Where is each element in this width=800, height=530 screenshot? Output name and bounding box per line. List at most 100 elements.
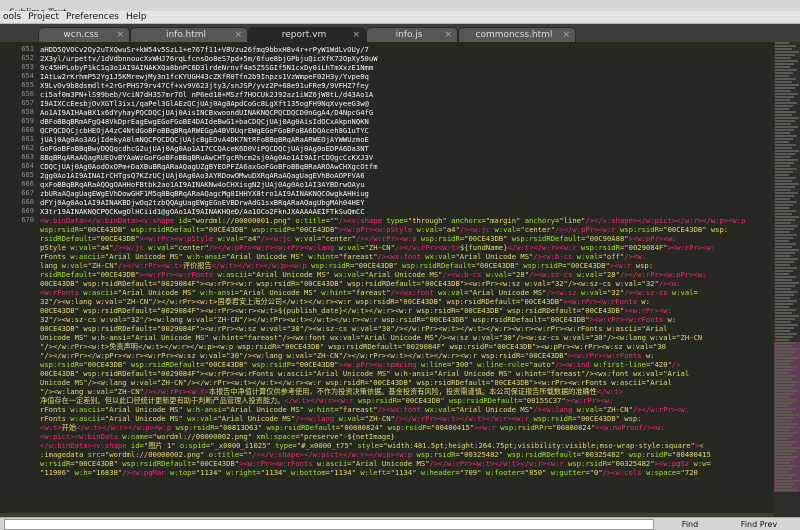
minimap-line: [775, 210, 796, 212]
close-icon[interactable]: ×: [116, 28, 124, 42]
minimap-line: [775, 198, 790, 200]
minimap-line: [775, 399, 797, 401]
menu-bar: ools Project Preferences Help: [0, 11, 800, 24]
menu-item-help[interactable]: Help: [123, 11, 151, 23]
code-line: lang w:val="ZH-CN"/></w:rPr><w:t>评价报告</w…: [40, 261, 654, 270]
minimap-line: [775, 111, 796, 113]
minimap-line: [775, 477, 792, 479]
minimap-line: [775, 84, 799, 86]
line-number: [0, 351, 34, 360]
line-number: [0, 297, 34, 306]
minimap[interactable]: [774, 42, 800, 517]
line-number: 654: [21, 72, 34, 80]
line-number: [0, 342, 34, 351]
line-number: 651: [21, 45, 34, 53]
minimap-line: [775, 447, 799, 449]
tab-report-vm[interactable]: report.vm ×: [248, 27, 366, 42]
minimap-line: [775, 414, 799, 416]
minimap-line: [775, 228, 794, 230]
code-line: 00CE43DB" wsp:rsidRDefault="0029084F"><w…: [40, 306, 672, 315]
find-button[interactable]: Find: [664, 519, 716, 530]
code-line: 00CE43DB" wsp:rsidRDefault="0029084F"><w…: [40, 369, 690, 378]
minimap-line: [775, 243, 796, 245]
close-icon[interactable]: ×: [562, 28, 570, 42]
minimap-line: [775, 231, 790, 233]
close-icon[interactable]: ×: [444, 28, 452, 42]
close-icon[interactable]: ×: [234, 28, 242, 42]
line-number: 655: [21, 81, 34, 89]
minimap-line: [775, 459, 794, 461]
tab-commoncss-html[interactable]: commoncss.html ×: [458, 27, 576, 42]
code-line: 32"/><w:sz-cs w:val="32"/><w:lang w:val=…: [40, 315, 677, 324]
minimap-line: [775, 438, 789, 440]
minimap-line: [775, 411, 792, 413]
code-line: 2gg0Ao1AI9AINAIrCHTgsQ7KZzUCjUAj0Ag0Ao3A…: [40, 171, 365, 180]
code-line: rsidRDefault="00CE43DB"><w:rPr><w:pStyle…: [40, 234, 677, 243]
minimap-line: [775, 201, 797, 203]
line-number: 664: [21, 162, 34, 170]
minimap-line: [775, 300, 797, 302]
menu-item-project[interactable]: Project: [25, 11, 63, 23]
minimap-line: [775, 162, 794, 164]
window-titlebar: - Sublime Text: [0, 0, 800, 18]
minimap-line: [775, 444, 792, 446]
minimap-line: [775, 144, 796, 146]
minimap-line: [775, 354, 791, 356]
minimap-line: [775, 297, 790, 299]
tab-info-js[interactable]: info.js ×: [366, 27, 458, 42]
line-number: [0, 369, 34, 378]
minimap-line: [775, 489, 798, 491]
minimap-line: [775, 90, 791, 92]
menu-item-tools[interactable]: ools: [0, 11, 25, 23]
line-number: [0, 378, 34, 387]
code-text-area[interactable]: aHDD5QVOCv2Oy2uTXQwuSr+kW54v5SzL1+e767f1…: [40, 42, 774, 517]
line-number: 666: [21, 180, 34, 188]
line-number: [0, 450, 34, 459]
minimap-line: [775, 462, 790, 464]
line-number: [0, 468, 34, 477]
minimap-line: [775, 54, 795, 56]
tab-wcn-css[interactable]: wcn.css ×: [38, 27, 130, 42]
close-icon[interactable]: ×: [352, 28, 360, 42]
minimap-line: [775, 288, 791, 290]
tab-info-html[interactable]: info.html ×: [130, 27, 248, 42]
minimap-line: [775, 372, 789, 374]
code-line: aHDD5QVOCv2Oy2uTXQwuSr+kW54v5SzL1+e767f1…: [40, 45, 369, 54]
line-number: [0, 252, 34, 261]
minimap-line: [775, 336, 793, 338]
minimap-line: [775, 450, 795, 452]
minimap-line: [775, 168, 797, 170]
minimap-line: [775, 420, 791, 422]
minimap-line: [775, 252, 795, 254]
minimap-line: [775, 396, 790, 398]
code-editor[interactable]: 651 652 653 654 655 656 657 658 659 660 661 662 663 6…: [0, 42, 774, 517]
minimap-line: [775, 249, 799, 251]
minimap-line: [775, 270, 793, 272]
minimap-line: [775, 48, 792, 50]
minimap-line: [775, 264, 790, 266]
minimap-line: [775, 378, 792, 380]
line-number: [0, 441, 34, 450]
minimap-line: [775, 234, 797, 236]
line-number: 656: [21, 90, 34, 98]
code-line: I9AIXCcEesbjOvXGTl3ixi/qaPel3GlAEzQCjUAj…: [40, 99, 369, 108]
minimap-line: [775, 432, 797, 434]
find-prev-button[interactable]: Find Prev: [724, 519, 794, 530]
code-line: rFonts w:ascii="Arial Unicode MS" w:h-an…: [40, 405, 690, 414]
code-line: X9LvOv9b8dsmdlt+2rGrPHS79rv47Cf+xv9V623j…: [40, 81, 369, 90]
line-number: 660: [21, 126, 34, 134]
code-line: rFonts w:ascii="Arial Unicode MS" w:h-an…: [40, 252, 646, 261]
find-input[interactable]: [4, 519, 654, 530]
minimap-line: [775, 402, 793, 404]
code-line: X3tr19AINAKNQCPQCKwgOlHCiid1@gOAo1AI9AIN…: [40, 207, 365, 216]
minimap-line: [775, 117, 799, 119]
minimap-line: [775, 408, 796, 410]
menu-item-preferences[interactable]: Preferences: [63, 11, 123, 23]
line-number: [0, 396, 34, 405]
minimap-line: [775, 321, 791, 323]
line-number: 662: [21, 144, 34, 152]
line-number: 669: [21, 207, 34, 215]
minimap-line: [775, 465, 797, 467]
minimap-line: [775, 171, 793, 173]
